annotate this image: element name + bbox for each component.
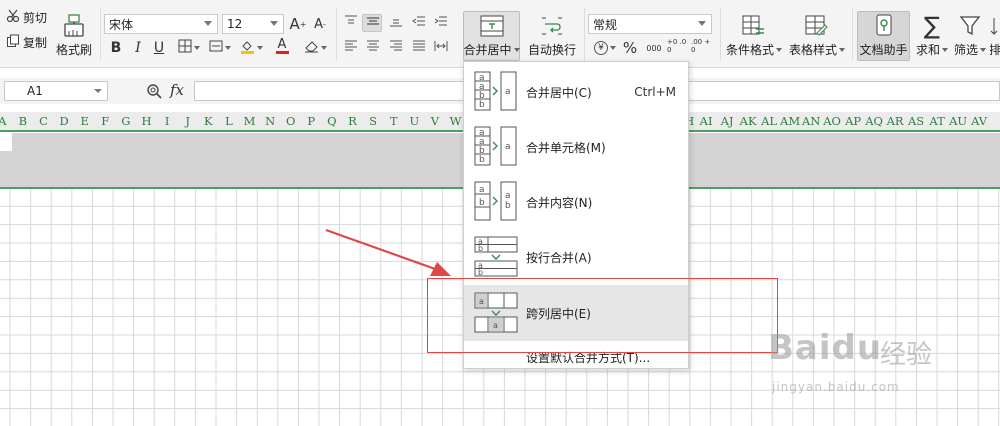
watermark-brand: Baidu	[768, 328, 883, 368]
baidu-watermark: Baidu 经验 jingyan.baidu.com	[768, 328, 958, 404]
watermark-cn: 经验	[880, 340, 933, 370]
watermark-url: jingyan.baidu.com	[772, 380, 900, 394]
annotation-highlight-box	[427, 278, 778, 353]
